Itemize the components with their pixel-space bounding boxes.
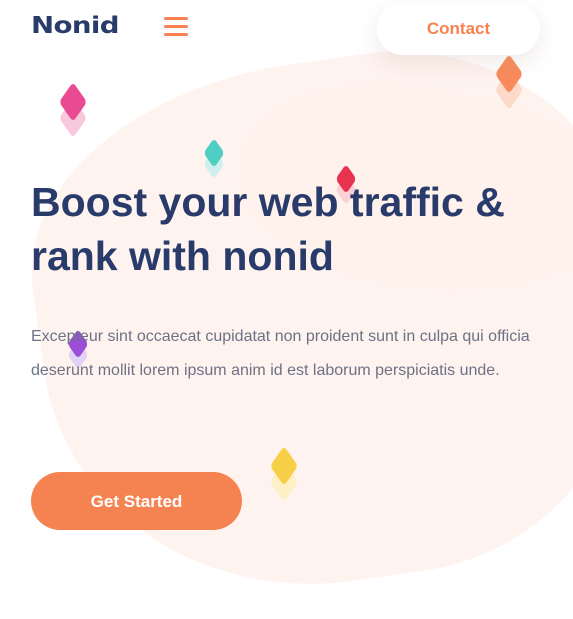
hamburger-menu-icon[interactable] [164,17,188,37]
hero-title-line2: rank with nonid [31,233,334,279]
decorative-diamond-pink [55,82,99,138]
hamburger-bar [164,33,188,36]
hero-description: Excepteur sint occaecat cupidatat non pr… [31,328,530,379]
hamburger-bar [164,17,188,20]
decorative-diamond-yellow [266,446,310,502]
contact-button[interactable]: Contact [377,3,540,55]
decorative-diamond-orange [491,54,535,110]
decorative-diamond-teal [200,138,234,179]
hero-title: Boost your web traffic & rank with nonid [31,175,561,283]
get-started-button[interactable]: Get Started [31,472,242,530]
site-header: Nonid Contact [0,0,573,60]
logo[interactable]: Nonid [31,13,120,39]
hero-title-line1: Boost your web traffic & [31,179,505,225]
hamburger-bar [164,25,188,28]
